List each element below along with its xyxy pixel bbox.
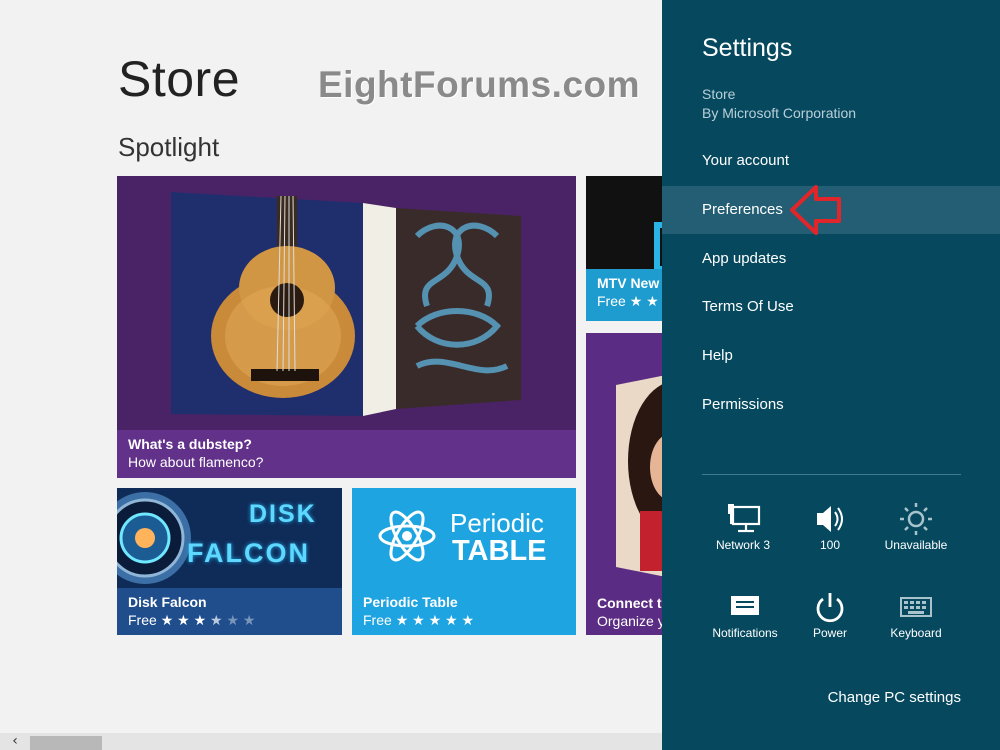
star-rating-icon: ★ ★ ★ ★ ★ bbox=[395, 612, 474, 628]
menu-item-your-account[interactable]: Your account bbox=[662, 137, 1000, 185]
scroll-left-arrow-icon[interactable]: ‹ bbox=[0, 733, 30, 750]
tile-title: Periodic Table bbox=[363, 594, 458, 610]
menu-item-permissions[interactable]: Permissions bbox=[662, 381, 1000, 429]
tile-dubstep[interactable]: What's a dubstep? How about flamenco? bbox=[117, 176, 576, 478]
watermark: EightForums.com bbox=[318, 64, 641, 105]
tile-caption: Periodic Table Free ★ ★ ★ ★ ★ bbox=[352, 588, 576, 635]
notifications-label: Notifications bbox=[712, 626, 778, 640]
price-label: Free bbox=[597, 293, 626, 309]
page-title: Store bbox=[118, 51, 241, 107]
settings-title: Settings bbox=[702, 34, 793, 62]
periodic-art-line2: TABLE bbox=[452, 535, 547, 567]
tile-price-rating: Free ★ ★ ★ ★ ★ ★ bbox=[128, 611, 331, 629]
power-label: Power bbox=[812, 626, 847, 640]
app-name: Store bbox=[702, 86, 736, 102]
network-icon bbox=[728, 504, 761, 533]
tile-title: Disk Falcon bbox=[128, 594, 207, 610]
section-title-spotlight: Spotlight bbox=[118, 132, 220, 162]
tile-caption: What's a dubstep? How about flamenco? bbox=[117, 430, 576, 478]
power-button[interactable]: Power bbox=[785, 590, 875, 650]
app-publisher: By Microsoft Corporation bbox=[702, 105, 857, 121]
menu-item-terms-of-use[interactable]: Terms Of Use bbox=[662, 283, 1000, 331]
power-icon bbox=[816, 593, 844, 623]
settings-app-info: Store By Microsoft Corporation bbox=[702, 85, 856, 123]
star-rating-icon: ★ ★ bbox=[629, 293, 659, 309]
red-arrow-icon bbox=[790, 185, 841, 235]
tile-periodic-table[interactable]: Periodic TABLE Periodic Table Free ★ ★ ★… bbox=[352, 488, 576, 635]
price-label: Free bbox=[128, 612, 157, 628]
notifications-icon bbox=[731, 596, 759, 615]
settings-charm-panel: Settings Store By Microsoft Corporation … bbox=[662, 0, 1000, 750]
disk-art-line2: FALCON bbox=[187, 538, 310, 568]
volume-button[interactable]: 100 bbox=[785, 502, 875, 562]
tile-subtitle: How about flamenco? bbox=[128, 454, 264, 470]
tile-caption: Disk Falcon Free ★ ★ ★ ★ ★ ★ bbox=[117, 588, 342, 635]
star-rating-icon: ★ ★ ★ ★ ★ ★ bbox=[160, 612, 256, 628]
network-button[interactable]: Network 3 bbox=[698, 502, 788, 562]
guitar-artwork bbox=[171, 192, 521, 416]
change-pc-settings-link[interactable]: Change PC settings bbox=[828, 689, 961, 706]
divider bbox=[702, 474, 961, 475]
notifications-button[interactable]: Notifications bbox=[700, 590, 790, 650]
scroll-thumb[interactable] bbox=[30, 736, 102, 750]
tile-disk-falcon[interactable]: DISK FALCON Disk Falcon Free ★ ★ ★ ★ ★ ★ bbox=[117, 488, 342, 635]
tile-title: What's a dubstep? bbox=[128, 436, 252, 452]
brightness-label: Unavailable bbox=[884, 538, 948, 552]
keyboard-button[interactable]: Keyboard bbox=[871, 590, 961, 650]
disk-art-line1: DISK bbox=[249, 500, 317, 528]
price-label: Free bbox=[363, 612, 392, 628]
brightness-button[interactable]: Unavailable bbox=[871, 502, 961, 562]
tile-price-rating: Free ★ ★ ★ ★ ★ bbox=[363, 611, 565, 629]
speaker-icon bbox=[817, 506, 843, 532]
network-value: 3 bbox=[763, 538, 771, 552]
brightness-icon bbox=[900, 503, 932, 535]
keyboard-icon bbox=[900, 597, 932, 617]
horizontal-scrollbar[interactable]: ‹ bbox=[0, 733, 662, 750]
network-label: Network bbox=[715, 538, 760, 552]
menu-item-help[interactable]: Help bbox=[662, 332, 1000, 380]
atom-icon bbox=[378, 510, 436, 562]
keyboard-label: Keyboard bbox=[890, 626, 942, 640]
volume-label: 100 bbox=[819, 538, 841, 552]
menu-item-app-updates[interactable]: App updates bbox=[662, 235, 1000, 283]
